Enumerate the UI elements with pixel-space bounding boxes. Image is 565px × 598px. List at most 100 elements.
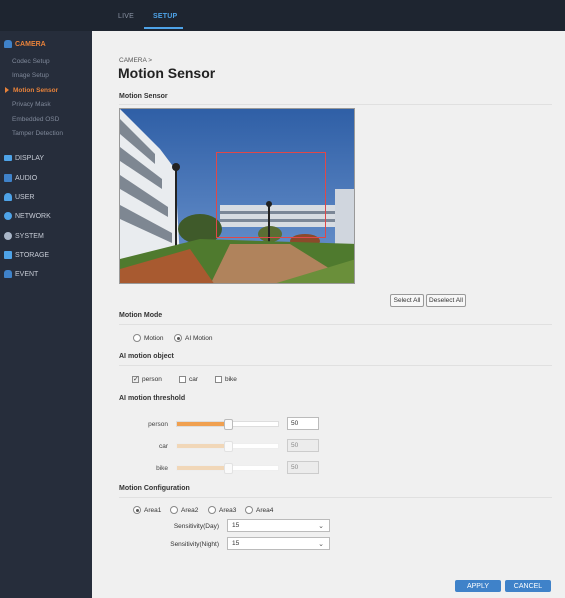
deselect-all-button[interactable]: Deselect All — [426, 294, 466, 307]
checkbox[interactable] — [179, 376, 186, 383]
sidebar-item-codec-setup[interactable]: Codec Setup — [12, 58, 50, 68]
radio-label: Area1 — [144, 506, 162, 514]
sidebar-item-system[interactable]: SYSTEM — [4, 230, 44, 242]
chevron-down-icon: ⌄ — [318, 541, 324, 548]
sidebar-item-label: NETWORK — [15, 212, 51, 220]
sidebar-item-motion-sensor[interactable]: Motion Sensor — [5, 87, 58, 97]
sidebar-item-network[interactable]: NETWORK — [4, 210, 51, 222]
event-icon — [4, 270, 12, 278]
tab-live[interactable]: LIVE — [118, 13, 134, 20]
sidebar-item-label: EVENT — [15, 270, 39, 278]
breadcrumb: CAMERA > — [119, 57, 153, 64]
user-icon — [4, 193, 12, 201]
motion-detection-area[interactable] — [216, 152, 326, 238]
tab-setup[interactable]: SETUP — [153, 13, 177, 20]
sidebar-item-label: DISPLAY — [15, 154, 45, 162]
sidebar-item-event[interactable]: EVENT — [4, 268, 38, 280]
threshold-label-car: car — [158, 443, 168, 450]
radio-motion[interactable]: Motion — [133, 334, 164, 342]
sidebar-item-storage[interactable]: STORAGE — [4, 249, 49, 261]
radio-area2[interactable]: Area2 — [170, 506, 198, 514]
slider-handle[interactable] — [224, 419, 233, 430]
section-title-motion-configuration: Motion Configuration — [119, 485, 190, 492]
radio-button[interactable] — [208, 506, 216, 514]
slider-fill — [177, 422, 228, 426]
sidebar-item-label: Motion Sensor — [13, 87, 59, 94]
checkbox-car[interactable]: car — [179, 376, 198, 383]
system-icon — [4, 232, 12, 240]
sensitivity-day-label: Sensitivity(Day) — [173, 523, 219, 530]
apply-button[interactable]: APPLY — [455, 580, 501, 592]
radio-label: AI Motion — [185, 334, 213, 342]
sensitivity-day-select[interactable]: 15 ⌄ — [227, 519, 330, 532]
sensitivity-night-label: Sensitivity(Night) — [170, 541, 219, 548]
sidebar-item-label: CAMERA — [15, 40, 46, 48]
sidebar-item-tamper-detection[interactable]: Tamper Detection — [12, 130, 63, 140]
section-title-ai-motion-threshold: AI motion threshold — [119, 395, 186, 402]
sidebar-item-camera[interactable]: CAMERA — [4, 38, 46, 50]
radio-ai-motion[interactable]: AI Motion — [174, 334, 212, 342]
checkbox[interactable] — [215, 376, 222, 383]
threshold-input-person[interactable]: 50 — [287, 417, 319, 430]
section-title-motion-sensor: Motion Sensor — [119, 93, 168, 100]
display-icon — [4, 155, 12, 161]
threshold-slider-bike — [176, 463, 279, 474]
cancel-button[interactable]: CANCEL — [505, 580, 551, 592]
network-icon — [4, 212, 12, 220]
threshold-input-bike: 50 — [287, 461, 319, 474]
checkbox-label: car — [189, 376, 199, 383]
radio-label: Area4 — [256, 506, 274, 514]
divider — [119, 324, 552, 325]
sidebar-item-display[interactable]: DISPLAY — [4, 152, 44, 164]
sidebar-item-embedded-osd[interactable]: Embedded OSD — [12, 116, 59, 126]
radio-button[interactable] — [133, 334, 141, 342]
sidebar-item-image-setup[interactable]: Image Setup — [12, 72, 49, 82]
divider — [119, 365, 552, 366]
top-nav: LIVE SETUP — [0, 0, 565, 31]
radio-button[interactable] — [174, 334, 182, 342]
camera-preview[interactable] — [119, 108, 355, 284]
threshold-label-bike: bike — [156, 465, 168, 472]
select-all-button[interactable]: Select All — [390, 294, 424, 307]
radio-button[interactable] — [170, 506, 178, 514]
slider-handle — [224, 463, 233, 474]
threshold-input-car: 50 — [287, 439, 319, 452]
radio-button[interactable] — [133, 506, 141, 514]
sidebar-item-user[interactable]: USER — [4, 191, 34, 203]
sidebar-item-label: USER — [15, 193, 35, 201]
radio-area3[interactable]: Area3 — [208, 506, 236, 514]
radio-label: Motion — [144, 334, 164, 342]
audio-icon — [4, 174, 12, 182]
radio-label: Area3 — [219, 506, 237, 514]
divider — [119, 104, 552, 105]
checkbox-bike[interactable]: bike — [215, 376, 237, 383]
checkbox-label: bike — [225, 376, 237, 383]
storage-icon — [4, 251, 12, 259]
threshold-label-person: person — [148, 421, 168, 428]
radio-button[interactable] — [245, 506, 253, 514]
select-value: 15 — [232, 540, 240, 547]
sidebar-item-privacy-mask[interactable]: Privacy Mask — [12, 101, 51, 111]
sidebar-item-audio[interactable]: AUDIO — [4, 172, 37, 184]
radio-area1[interactable]: Area1 — [133, 506, 161, 514]
threshold-slider-person[interactable] — [176, 419, 279, 430]
checkbox-person[interactable]: person — [132, 375, 162, 383]
slider-fill — [177, 466, 228, 470]
threshold-slider-car — [176, 441, 279, 452]
active-tab-indicator — [144, 27, 183, 29]
checkbox[interactable] — [132, 375, 139, 383]
checkbox-label: person — [142, 376, 162, 383]
slider-fill — [177, 444, 228, 448]
section-title-motion-mode: Motion Mode — [119, 312, 163, 319]
slider-handle — [224, 441, 233, 452]
main-content: CAMERA > Motion Sensor Motion Sensor Sel… — [92, 31, 565, 598]
chevron-down-icon: ⌄ — [318, 523, 324, 530]
active-arrow-icon — [5, 87, 9, 94]
page-title: Motion Sensor — [118, 65, 216, 81]
sensitivity-night-select[interactable]: 15 ⌄ — [227, 537, 330, 550]
sidebar-item-label: STORAGE — [15, 251, 50, 259]
section-title-ai-motion-object: AI motion object — [119, 353, 174, 360]
sidebar-item-label: AUDIO — [15, 174, 38, 182]
sidebar-item-label: SYSTEM — [15, 232, 44, 240]
radio-area4[interactable]: Area4 — [245, 506, 273, 514]
